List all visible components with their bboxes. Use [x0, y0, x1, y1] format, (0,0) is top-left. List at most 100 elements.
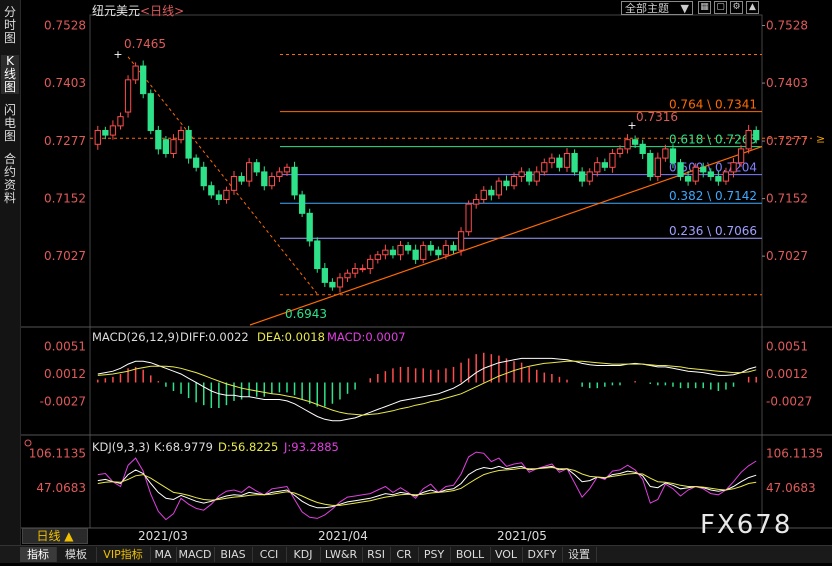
candle-body	[200, 166, 207, 187]
tab-indicator-1[interactable]: 模板	[56, 547, 97, 562]
candle-body	[677, 162, 684, 178]
candle-body	[389, 249, 397, 256]
candle-body	[631, 139, 639, 145]
candle-body	[435, 249, 442, 256]
candle-body	[571, 152, 578, 173]
kdj-k-label: K:68.9779	[154, 440, 213, 454]
kdj-j-label: J:93.2885	[283, 440, 339, 454]
candle-body	[397, 245, 404, 256]
main-panel-frame	[89, 14, 763, 328]
tab-indicator-0[interactable]: 指标	[20, 547, 57, 562]
candle-body	[374, 254, 381, 260]
candle-body	[253, 162, 260, 173]
candle-body	[170, 139, 177, 154]
fib-level-label: 0.618 \ 0.7265	[669, 133, 757, 147]
tab-indicator-13[interactable]: VOL	[490, 547, 523, 562]
candle-body	[382, 249, 389, 256]
candle-body	[594, 162, 601, 173]
watermark: FX678	[700, 510, 793, 540]
y-tick-right: 0.7528	[766, 19, 808, 33]
tab-contract-info[interactable]: 合约资料	[1, 153, 19, 205]
candle-body	[102, 129, 109, 136]
annotation-high: 0.7465	[124, 37, 166, 51]
window-icon[interactable]: ▢	[714, 1, 727, 14]
tab-indicator-10[interactable]: CR	[390, 547, 419, 562]
candle-body	[488, 189, 495, 196]
y-tick-left: 0.7277	[44, 134, 86, 148]
annotation-recent-high: 0.7316	[636, 110, 678, 124]
chevron-down-icon: ▼	[680, 2, 689, 15]
tab-indicator-4[interactable]: MACD	[176, 547, 215, 562]
tab-indicator-7[interactable]: KDJ	[286, 547, 321, 562]
tab-flash[interactable]: 闪电图	[1, 104, 19, 143]
macd-y-tick-left: 0.0012	[44, 367, 86, 381]
candle-body	[140, 65, 147, 95]
candle-body	[404, 245, 412, 251]
candle-body	[283, 166, 291, 173]
tab-indicator-8[interactable]: LW&R	[320, 547, 363, 562]
fib-level-label: 0.764 \ 0.7341	[669, 98, 757, 112]
candle-body	[609, 152, 616, 168]
y-tick-right: 0.7152	[766, 192, 808, 206]
macd-title: MACD(26,12,9)	[92, 330, 179, 344]
kdj-k-line	[97, 465, 757, 509]
candle-body	[510, 176, 518, 187]
candle-body	[450, 245, 457, 251]
tab-indicator-15[interactable]: 设置	[562, 547, 597, 562]
candle-body	[193, 157, 200, 168]
candle-body	[329, 281, 336, 288]
candle-body	[495, 180, 503, 196]
tab-indicator-6[interactable]: CCI	[252, 547, 287, 562]
grid-icon[interactable]: ▦	[698, 1, 711, 14]
candle-body	[533, 171, 540, 182]
candle-body	[715, 176, 722, 182]
arrow-up-icon[interactable]: ▲	[746, 1, 759, 14]
theme-label: 全部主题	[625, 2, 669, 15]
x-tick-label: 2021/04	[318, 529, 368, 543]
tab-indicator-12[interactable]: BOLL	[450, 547, 491, 562]
candle-body	[563, 152, 571, 168]
y-tick-right: 0.7277	[766, 134, 808, 148]
candle-body	[344, 272, 351, 279]
macd-y-tick-right: 0.0051	[766, 339, 808, 353]
candle-body	[662, 148, 669, 159]
y-tick-right: 0.7027	[766, 249, 808, 263]
macd-y-tick-right: -0.0027	[766, 395, 812, 409]
candle-body	[185, 129, 192, 159]
candle-body	[298, 194, 306, 214]
tab-indicator-9[interactable]: RSI	[362, 547, 391, 562]
kdj-j-line	[97, 451, 757, 521]
high-marker: +	[113, 48, 122, 61]
candle-body	[457, 231, 465, 251]
candle-body	[336, 277, 344, 288]
settings-icon[interactable]: ⚙	[730, 1, 743, 14]
kdj-y-tick-right: 106.1135	[766, 446, 823, 460]
candle-body	[177, 129, 185, 141]
tab-indicator-3[interactable]: MA	[150, 547, 177, 562]
tab-indicator-2[interactable]: VIP指标	[96, 547, 151, 562]
candle-body	[351, 268, 359, 274]
candle-body	[245, 162, 253, 182]
candle-body	[230, 176, 238, 191]
theme-dropdown[interactable]: 全部主题 ▼	[621, 1, 693, 15]
candle-body	[109, 125, 117, 136]
candle-body	[306, 212, 313, 242]
tab-timeshare[interactable]: 分时图	[1, 6, 19, 45]
x-tick-label: 2021/05	[497, 529, 547, 543]
indicator-tab-bar: 指标 模板 VIP指标 MA MACD BIAS CCI KDJ LW&R RSI CR PSY BOL…	[0, 545, 832, 563]
tab-indicator-14[interactable]: DXFY	[522, 547, 563, 562]
candle-body	[624, 139, 631, 150]
candle-body	[700, 166, 707, 173]
annotation-low: 0.6943	[285, 307, 327, 321]
macd-y-tick-right: 0.0012	[766, 367, 808, 381]
candle-body	[420, 245, 427, 260]
kdj-y-tick-left: 47.0683	[36, 481, 86, 495]
tab-indicator-5[interactable]: BIAS	[214, 547, 253, 562]
candle-body	[586, 171, 593, 182]
period-button[interactable]: 日线 ▲	[22, 528, 88, 544]
tab-kline[interactable]: K线图	[1, 55, 19, 94]
candle-body	[155, 129, 162, 150]
candle-body	[473, 199, 480, 205]
candle-body	[692, 166, 699, 182]
tab-indicator-11[interactable]: PSY	[418, 547, 451, 562]
